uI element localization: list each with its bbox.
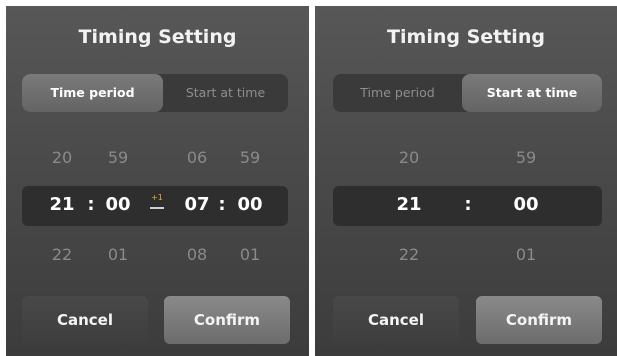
start-minute-next[interactable]: 01 [98,245,138,264]
mode-toggle: Time period Start at time [333,74,602,112]
hour-selected[interactable]: 21 [389,194,429,215]
start-minute-selected[interactable]: 00 [98,194,138,215]
end-hour-prev[interactable]: 06 [177,148,217,167]
start-hour-selected[interactable]: 21 [42,194,82,215]
timing-setting-dialog-start: Timing Setting Time period Start at time… [315,6,617,356]
time-separator: : [464,194,472,215]
dialog-title: Timing Setting [78,26,237,48]
tab-time-period[interactable]: Time period [22,74,163,112]
confirm-button[interactable]: Confirm [476,296,602,344]
end-minute-prev[interactable]: 59 [230,148,270,167]
start-hour-prev[interactable]: 20 [42,148,82,167]
end-hour-next[interactable]: 08 [177,245,217,264]
minute-prev[interactable]: 59 [506,148,546,167]
end-hour-selected[interactable]: 07 [177,194,217,215]
minute-next[interactable]: 01 [506,245,546,264]
end-minute-selected[interactable]: 00 [230,194,270,215]
tab-start-at-time[interactable]: Start at time [163,74,288,112]
end-minute-next[interactable]: 01 [230,245,270,264]
cancel-button[interactable]: Cancel [333,296,459,344]
range-dash [150,207,164,209]
confirm-button[interactable]: Confirm [164,296,290,344]
tab-time-period[interactable]: Time period [333,74,462,112]
tab-start-at-time[interactable]: Start at time [462,74,602,112]
dialog-title: Timing Setting [387,26,545,48]
timing-setting-dialog-period: Timing Setting Time period Start at time… [6,6,309,356]
start-hour-next[interactable]: 22 [42,245,82,264]
mode-toggle: Time period Start at time [22,74,288,112]
hour-next[interactable]: 22 [389,245,429,264]
time-separator: : [87,194,95,215]
next-day-badge: +1 [151,193,163,202]
time-separator: : [218,194,226,215]
cancel-button[interactable]: Cancel [22,296,148,344]
start-minute-prev[interactable]: 59 [98,148,138,167]
hour-prev[interactable]: 20 [389,148,429,167]
minute-selected[interactable]: 00 [506,194,546,215]
